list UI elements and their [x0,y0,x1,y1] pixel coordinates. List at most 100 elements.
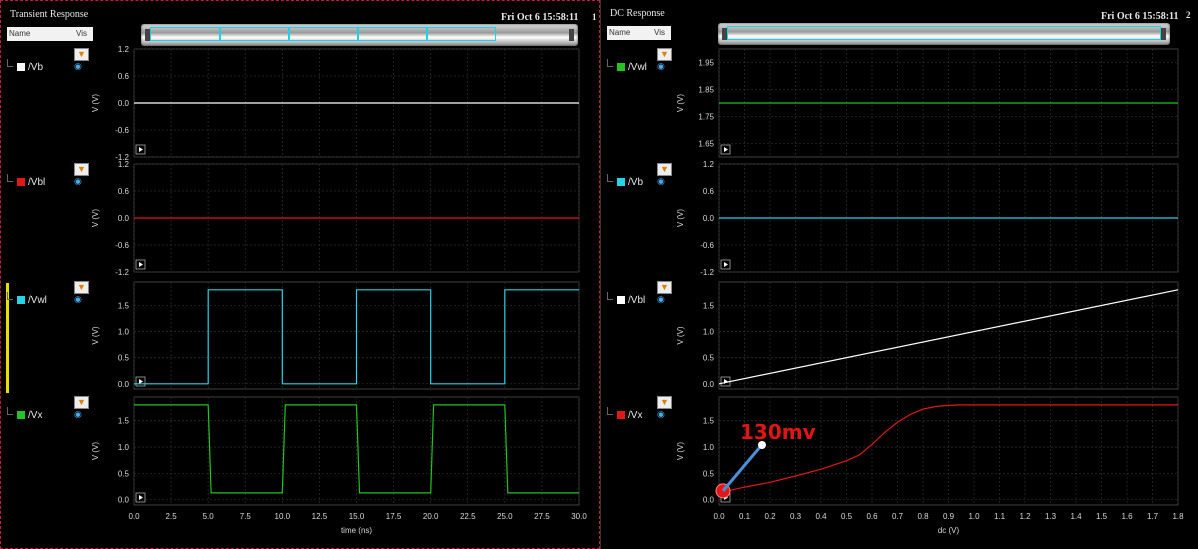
y-tick-label: 1.5 [118,301,130,310]
y-tick-label: 0.5 [703,354,715,363]
x-tick-label: 1.5 [1096,512,1108,521]
y-axis-label: V (V) [91,326,100,345]
y-tick-label: 0.5 [118,469,130,478]
y-tick-label: 1.95 [698,59,714,68]
y-tick-label: 1.0 [703,328,715,337]
x-tick-label: 1.2 [1019,512,1031,521]
y-tick-label: 1.2 [118,45,130,54]
y-axis-label: V (V) [676,94,685,113]
x-tick-label: 2.5 [166,512,178,521]
x-tick-label: 1.4 [1070,512,1082,521]
y-axis-label: V (V) [676,442,685,461]
visibility-eye-icon[interactable]: ◉ [74,409,82,420]
y-tick-label: 0.5 [703,469,715,478]
x-tick-label: 0.4 [815,512,827,521]
x-tick-label: 0.1 [739,512,751,521]
filter-icon[interactable]: ▼ [74,163,89,176]
x-tick-label: 7.5 [240,512,252,521]
visibility-eye-icon[interactable]: ◉ [657,176,665,187]
signal-name: /Vb [28,62,44,73]
filter-icon[interactable]: ▼ [657,163,672,176]
y-tick-label: 1.5 [703,417,715,426]
y-tick-label: -1.2 [700,268,714,277]
x-tick-label: 30.0 [571,512,587,521]
annotation-label: 130mv [740,420,816,444]
signal-color-swatch [17,296,25,304]
signal-name: /Vwl [628,62,647,73]
y-tick-label: 0.0 [118,380,130,389]
x-tick-label: 1.7 [1147,512,1159,521]
filter-icon[interactable]: ▼ [74,48,89,61]
signal-name: /Vx [28,410,43,421]
signal-entry[interactable]: /Vx [607,407,642,421]
y-tick-label: 0.6 [118,187,130,196]
x-tick-label: 0.9 [943,512,955,521]
y-tick-label: 0.6 [118,72,130,81]
signal-color-swatch [17,411,25,419]
filter-icon[interactable]: ▼ [657,48,672,61]
visibility-eye-icon[interactable]: ◉ [74,61,82,72]
x-tick-label: 1.6 [1121,512,1133,521]
visibility-eye-icon[interactable]: ◉ [74,294,82,305]
y-tick-label: -0.6 [115,126,129,135]
y-tick-label: 1.0 [703,443,715,452]
x-tick-label: 0.8 [917,512,929,521]
visibility-eye-icon[interactable]: ◉ [657,409,665,420]
x-tick-label: 17.5 [386,512,402,521]
x-tick-label: 20.0 [423,512,439,521]
signal-color-swatch [617,296,625,304]
y-tick-label: 1.2 [118,160,130,169]
signal-entry[interactable]: /Vbl [607,292,646,306]
signal-entry[interactable]: /Vbl [7,174,46,188]
x-tick-label: 1.1 [994,512,1006,521]
y-tick-label: 0.0 [118,99,130,108]
y-axis-label: V (V) [676,326,685,345]
y-tick-label: 1.0 [118,443,130,452]
signal-entry[interactable]: /Vwl [7,292,47,306]
y-axis-label: V (V) [91,209,100,228]
x-tick-label: 1.3 [1045,512,1057,521]
filter-icon[interactable]: ▼ [657,396,672,409]
x-tick-label: 1.0 [968,512,980,521]
signal-color-swatch [17,178,25,186]
signal-name: /Vb [628,177,644,188]
y-tick-label: 0.0 [703,214,715,223]
y-tick-label: -0.6 [700,241,714,250]
x-tick-label: 0.2 [764,512,776,521]
y-tick-label: 1.75 [698,113,714,122]
visibility-eye-icon[interactable]: ◉ [657,294,665,305]
x-tick-label: 0.0 [128,512,140,521]
signal-color-swatch [17,63,25,71]
signal-color-swatch [617,178,625,186]
signal-name: /Vwl [28,295,47,306]
x-tick-label: 12.5 [312,512,328,521]
signal-entry[interactable]: /Vx [7,407,43,421]
signal-color-swatch [617,63,625,71]
x-tick-label: 0.5 [841,512,853,521]
filter-icon[interactable]: ▼ [74,281,89,294]
filter-icon[interactable]: ▼ [74,396,89,409]
y-tick-label: 1.65 [698,140,714,149]
x-tick-label: 27.5 [534,512,550,521]
x-tick-label: 5.0 [203,512,215,521]
x-tick-label: 10.0 [275,512,291,521]
signal-entry[interactable]: /Vb [7,59,44,73]
filter-icon[interactable]: ▼ [657,281,672,294]
signal-name: /Vbl [28,177,46,188]
y-tick-label: 0.5 [118,354,130,363]
y-tick-label: 0.0 [118,496,130,505]
signal-name: /Vbl [628,295,646,306]
x-tick-label: 1.8 [1172,512,1184,521]
x-axis-label: time (ns) [341,526,372,535]
visibility-eye-icon[interactable]: ◉ [657,61,665,72]
y-tick-label: 1.5 [703,301,715,310]
y-tick-label: 0.0 [703,496,715,505]
x-tick-label: 0.6 [866,512,878,521]
signal-entry[interactable]: /Vb [607,174,644,188]
signal-entry[interactable]: /Vwl [607,59,647,73]
y-tick-label: -0.6 [115,241,129,250]
x-tick-label: 0.0 [713,512,725,521]
visibility-eye-icon[interactable]: ◉ [74,176,82,187]
y-tick-label: 1.0 [118,328,130,337]
y-tick-label: -1.2 [115,268,129,277]
